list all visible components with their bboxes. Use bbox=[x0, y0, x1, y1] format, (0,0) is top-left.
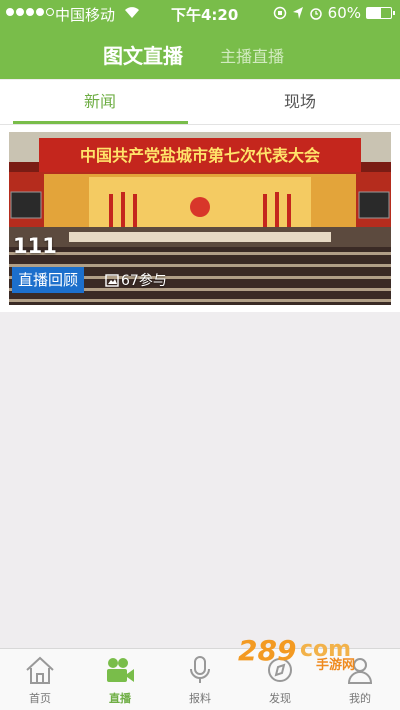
watermark-text: 手游网 bbox=[316, 658, 356, 673]
app-header: 中国移动 下午4:20 60% 图文直播 主播直播 bbox=[0, 0, 400, 79]
nav-home-label: 首页 bbox=[29, 692, 51, 705]
tab-scene[interactable]: 现场 bbox=[200, 80, 400, 125]
svg-text:289: 289 bbox=[238, 634, 296, 667]
status-right: 60% bbox=[273, 4, 395, 22]
nav-live[interactable]: 直播 bbox=[80, 649, 160, 710]
participants-count: 67参与 bbox=[105, 270, 167, 290]
live-card-title: 111 bbox=[13, 234, 57, 258]
signal-strength-icon bbox=[6, 8, 54, 16]
picture-icon bbox=[105, 273, 119, 287]
video-camera-icon bbox=[107, 658, 134, 682]
alarm-icon bbox=[309, 8, 322, 20]
category-tabs: 新闻 现场 bbox=[0, 80, 400, 125]
battery-percent: 60% bbox=[327, 4, 361, 22]
clock: 下午4:20 bbox=[171, 6, 239, 24]
tab-text-live[interactable]: 图文直播 bbox=[103, 40, 183, 69]
title-switcher: 图文直播 主播直播 bbox=[0, 40, 400, 68]
site-watermark-logo: 289 com bbox=[238, 634, 351, 667]
microphone-icon bbox=[190, 656, 210, 683]
nav-live-label: 直播 bbox=[109, 692, 131, 705]
nav-home[interactable]: 首页 bbox=[0, 649, 80, 710]
carrier-name: 中国移动 bbox=[55, 6, 116, 24]
status-bar: 中国移动 下午4:20 60% bbox=[0, 0, 400, 26]
banner-text: 中国共产党盐城市第七次代表大会 bbox=[80, 146, 320, 165]
tab-anchor-live[interactable]: 主播直播 bbox=[220, 43, 284, 67]
participants-text: 67参与 bbox=[121, 273, 167, 289]
location-icon bbox=[292, 7, 303, 19]
nav-report[interactable]: 报料 bbox=[160, 649, 240, 710]
orientation-lock-icon bbox=[273, 6, 286, 20]
replay-badge: 直播回顾 bbox=[12, 267, 85, 293]
nav-report-label: 报料 bbox=[189, 692, 211, 705]
nav-discover-label: 发现 bbox=[269, 692, 291, 705]
nav-mine-label: 我的 bbox=[349, 692, 371, 705]
battery-icon bbox=[366, 7, 395, 19]
wifi-icon bbox=[125, 7, 139, 18]
tab-news[interactable]: 新闻 bbox=[0, 80, 200, 125]
active-tab-indicator bbox=[13, 121, 188, 124]
home-icon bbox=[26, 656, 54, 684]
